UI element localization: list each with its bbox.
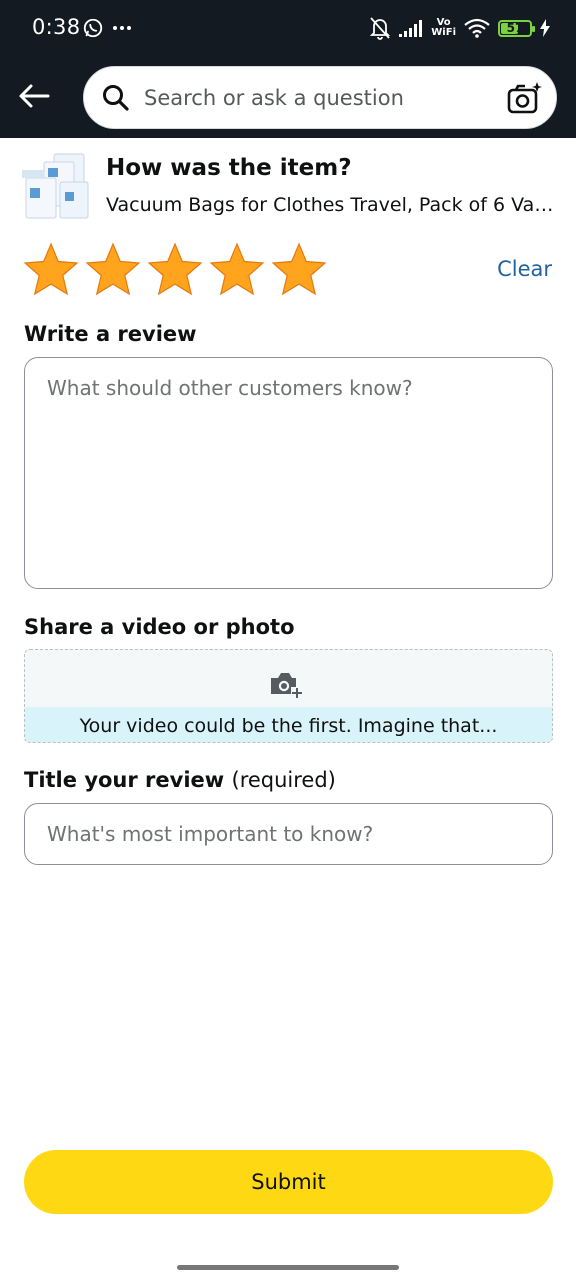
add-photo-icon [271,673,303,698]
search-input[interactable] [144,84,484,112]
wifi-icon [464,18,490,38]
star-4-icon[interactable] [208,241,266,299]
camera-search-icon[interactable] [507,81,543,115]
star-2-icon[interactable] [84,241,142,299]
search-box[interactable] [83,66,557,129]
clear-rating-link[interactable]: Clear [497,257,552,281]
status-left-icons [82,15,132,41]
review-prompt-title: How was the item? [106,155,352,181]
vowifi-label: Vo WiFi [431,17,456,38]
share-media-label: Share a video or photo [24,615,295,639]
title-review-label-text: Title your review [24,768,225,792]
search-icon [103,85,129,111]
back-arrow-icon [19,84,50,108]
star-3-icon[interactable] [146,241,204,299]
back-button[interactable] [14,76,54,116]
write-review-label: Write a review [24,322,197,346]
required-label: (required) [231,768,336,792]
charging-icon [540,19,550,37]
status-bar: 0:38 Vo WiFi 57 [0,0,576,56]
title-review-label: Title your review (required) [24,768,336,792]
battery-icon: 57 [498,19,535,37]
star-1-icon[interactable] [22,241,80,299]
status-right-icons: Vo WiFi 57 [369,14,550,42]
media-hint: Your video could be the first. Imagine t… [25,707,552,742]
media-upload-area[interactable]: Your video could be the first. Imagine t… [24,649,553,743]
search-header [0,56,576,138]
submit-button[interactable]: Submit [24,1150,553,1214]
star-rating[interactable] [22,241,328,299]
home-indicator[interactable] [177,1265,399,1270]
product-name: Vacuum Bags for Clothes Travel, Pack of … [106,194,554,216]
more-dots-icon [113,26,131,30]
whatsapp-icon [83,18,103,38]
bell-muted-icon [370,17,391,40]
battery-level: 57 [506,20,524,35]
status-time: 0:38 [32,15,81,39]
product-thumbnail [22,153,89,219]
review-title-field[interactable] [24,803,553,865]
signal-icon [399,20,423,37]
review-text-field[interactable] [24,357,553,589]
star-5-icon[interactable] [270,241,328,299]
